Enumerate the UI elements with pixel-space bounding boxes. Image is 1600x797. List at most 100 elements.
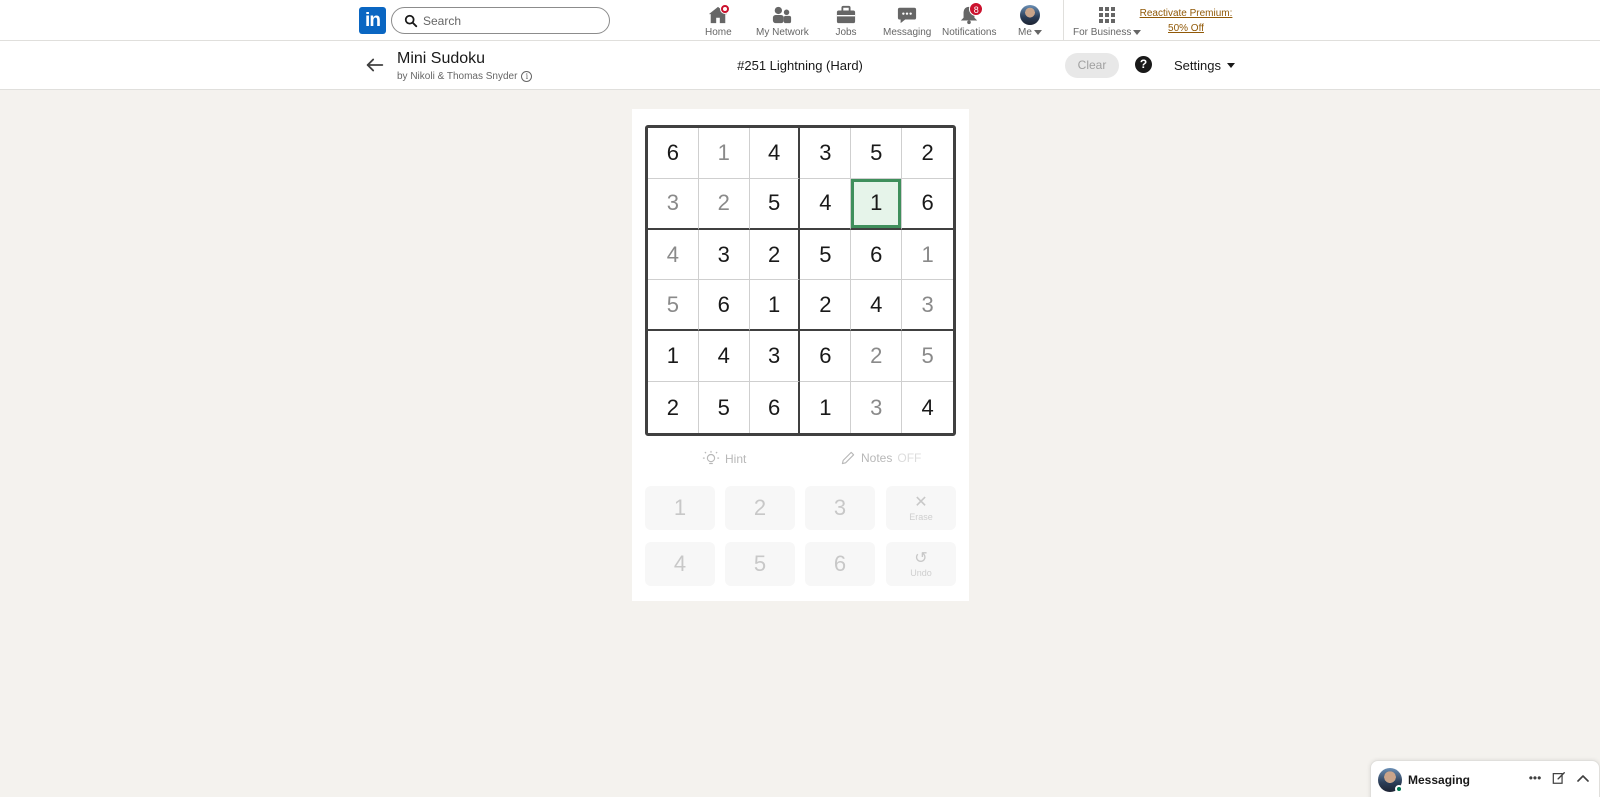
pencil-icon bbox=[841, 451, 855, 465]
help-icon[interactable]: ? bbox=[1135, 56, 1152, 73]
key-6[interactable]: 6 bbox=[805, 542, 875, 586]
sudoku-cell[interactable]: 4 bbox=[648, 229, 699, 281]
sudoku-cell[interactable]: 5 bbox=[800, 229, 852, 281]
sudoku-cell[interactable]: 5 bbox=[851, 128, 903, 179]
sudoku-cell[interactable]: 3 bbox=[698, 229, 750, 281]
nav-for-business-label: For Business bbox=[1073, 27, 1132, 38]
game-card: 614352325416432561561243143625256134 Hin… bbox=[632, 109, 969, 601]
sudoku-cell[interactable]: 6 bbox=[648, 128, 699, 179]
search-input[interactable] bbox=[423, 11, 599, 31]
briefcase-icon bbox=[834, 4, 858, 26]
nav-notifications-label: Notifications bbox=[942, 27, 997, 38]
sudoku-cell[interactable]: 4 bbox=[749, 128, 801, 179]
settings-dropdown[interactable]: Settings bbox=[1174, 58, 1235, 73]
key-2[interactable]: 2 bbox=[725, 486, 795, 530]
sudoku-cell[interactable]: 6 bbox=[851, 229, 903, 281]
sudoku-cell[interactable]: 6 bbox=[902, 179, 953, 230]
sudoku-cell[interactable]: 3 bbox=[851, 382, 903, 433]
search-box[interactable] bbox=[391, 7, 610, 34]
more-options-icon[interactable]: ••• bbox=[1526, 769, 1544, 787]
sudoku-cell[interactable]: 2 bbox=[698, 178, 750, 230]
undo-button[interactable]: ↺ Undo bbox=[886, 542, 956, 586]
nav-for-business[interactable]: For Business bbox=[1073, 4, 1142, 38]
sudoku-cell[interactable]: 2 bbox=[902, 128, 953, 179]
sudoku-cell[interactable]: 1 bbox=[800, 382, 852, 433]
notes-state: OFF bbox=[897, 451, 922, 465]
undo-label: Undo bbox=[910, 567, 932, 578]
game-tools: Hint Notes OFF bbox=[645, 444, 956, 476]
sudoku-cell[interactable]: 4 bbox=[902, 382, 953, 433]
chevron-down-icon bbox=[1033, 30, 1042, 35]
sudoku-cell[interactable]: 5 bbox=[902, 331, 953, 383]
sudoku-cell[interactable]: 1 bbox=[749, 280, 801, 332]
sudoku-cell[interactable]: 4 bbox=[851, 280, 903, 332]
sudoku-cell[interactable]: 1 bbox=[698, 128, 750, 179]
clear-button[interactable]: Clear bbox=[1065, 53, 1119, 78]
game-title: Mini Sudoku bbox=[397, 50, 486, 67]
notes-toggle[interactable]: Notes OFF bbox=[840, 450, 921, 466]
sudoku-cell[interactable]: 3 bbox=[902, 280, 953, 332]
search-icon bbox=[404, 14, 418, 28]
nav-my-network[interactable]: My Network bbox=[756, 4, 809, 38]
sudoku-cell[interactable]: 3 bbox=[749, 331, 801, 383]
chevron-up-icon[interactable] bbox=[1574, 769, 1592, 787]
chat-bubble-icon bbox=[895, 4, 919, 26]
premium-line-1: Reactivate Premium: bbox=[1139, 8, 1233, 19]
hint-label: Hint bbox=[725, 452, 747, 466]
sudoku-cell[interactable]: 1 bbox=[648, 331, 699, 383]
nav-jobs-label: Jobs bbox=[835, 27, 857, 38]
sudoku-cell[interactable]: 1 bbox=[851, 178, 903, 230]
nav-messaging[interactable]: Messaging bbox=[883, 4, 931, 38]
sudoku-cell[interactable]: 2 bbox=[851, 331, 903, 383]
game-header: Mini Sudoku by Nikoli & Thomas Snyder i … bbox=[0, 41, 1600, 90]
nav-me-label: Me bbox=[1018, 27, 1032, 38]
compose-icon[interactable] bbox=[1550, 769, 1568, 787]
sudoku-cell[interactable]: 2 bbox=[800, 280, 852, 332]
nav-home[interactable]: Home bbox=[705, 4, 732, 38]
erase-button[interactable]: ✕ Erase bbox=[886, 486, 956, 530]
back-arrow-icon[interactable] bbox=[364, 54, 386, 76]
sudoku-cell[interactable]: 5 bbox=[648, 280, 699, 332]
messaging-dock-label: Messaging bbox=[1408, 773, 1471, 787]
sudoku-board: 614352325416432561561243143625256134 bbox=[645, 125, 956, 436]
bell-icon: 8 bbox=[957, 2, 984, 26]
sudoku-cell[interactable]: 4 bbox=[698, 331, 750, 383]
nav-messaging-label: Messaging bbox=[883, 27, 932, 38]
key-5[interactable]: 5 bbox=[725, 542, 795, 586]
linkedin-logo[interactable]: in bbox=[359, 7, 386, 34]
sudoku-cell[interactable]: 3 bbox=[648, 178, 699, 230]
erase-label: Erase bbox=[909, 511, 933, 522]
sudoku-cell[interactable]: 3 bbox=[800, 128, 852, 179]
notifications-count-badge: 8 bbox=[969, 2, 984, 16]
sudoku-cell[interactable]: 2 bbox=[648, 382, 699, 433]
notes-label: Notes bbox=[861, 451, 893, 465]
hint-button[interactable]: Hint bbox=[702, 450, 746, 468]
key-3[interactable]: 3 bbox=[805, 486, 875, 530]
settings-label: Settings bbox=[1174, 58, 1221, 73]
sudoku-cell[interactable]: 6 bbox=[750, 382, 801, 433]
game-author-text: by Nikoli & Thomas Snyder bbox=[397, 71, 518, 82]
sudoku-cell[interactable]: 5 bbox=[749, 178, 801, 230]
messaging-dock[interactable]: Messaging ••• bbox=[1370, 760, 1600, 797]
premium-line-2: 50% Off bbox=[1168, 23, 1204, 34]
key-1[interactable]: 1 bbox=[645, 486, 715, 530]
nav-jobs[interactable]: Jobs bbox=[834, 4, 858, 38]
nav-notifications[interactable]: 8 Notifications bbox=[942, 2, 997, 38]
home-icon bbox=[706, 4, 731, 26]
sudoku-cell[interactable]: 2 bbox=[749, 229, 801, 281]
sudoku-cell[interactable]: 6 bbox=[800, 331, 852, 383]
info-icon[interactable]: i bbox=[521, 71, 533, 82]
reactivate-premium-link[interactable]: Reactivate Premium: 50% Off bbox=[1136, 6, 1236, 36]
people-icon bbox=[770, 4, 794, 26]
nav-me[interactable]: Me bbox=[1018, 4, 1042, 38]
sudoku-cell[interactable]: 6 bbox=[698, 280, 750, 332]
key-4[interactable]: 4 bbox=[645, 542, 715, 586]
chevron-down-icon bbox=[1226, 63, 1235, 68]
sudoku-cell[interactable]: 4 bbox=[800, 178, 852, 230]
global-nav: in Home My Network Jobs Messaging 8 bbox=[0, 0, 1600, 41]
close-icon: ✕ bbox=[914, 493, 928, 511]
sudoku-cell[interactable]: 5 bbox=[699, 382, 750, 433]
sudoku-cell[interactable]: 1 bbox=[902, 230, 953, 281]
nav-divider bbox=[1063, 0, 1064, 40]
game-author: by Nikoli & Thomas Snyder i bbox=[397, 71, 533, 82]
